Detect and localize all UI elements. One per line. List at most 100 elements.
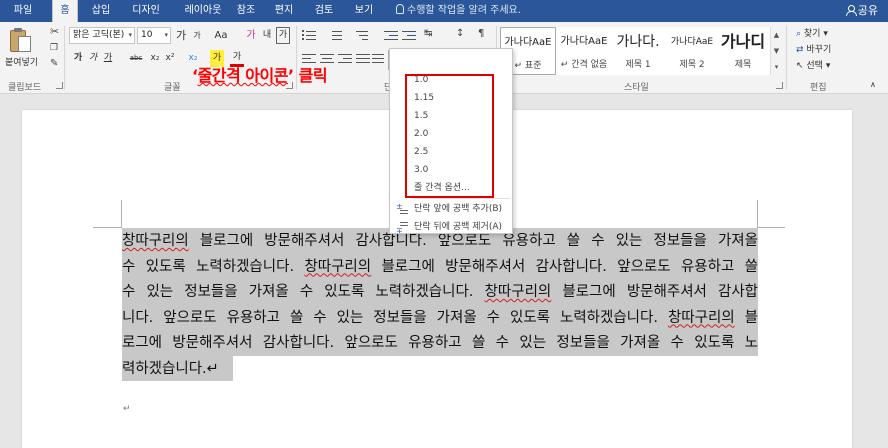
find-button[interactable]: ⌕ 찾기 ▾ [796,26,828,39]
paragraph-line: 니다. 앞으로도 유용하고 쓸 수 있는 정보들을 가져올 수 있도록 노력하겠… [122,304,758,330]
clear-format-button[interactable]: 가 [244,27,258,44]
style-no-spacing[interactable]: 가나다AaE ↵ 간격 없음 [556,27,612,75]
justify-icon[interactable] [356,53,370,64]
paste-label: 붙여넣기 [5,58,39,68]
copy-icon[interactable]: ❐ [50,42,58,54]
cut-icon[interactable]: ✂ [50,26,59,38]
styles-group-label: 스타일 [624,83,649,93]
clipboard-launcher-icon[interactable] [56,82,63,89]
bullets-icon[interactable] [302,30,316,41]
chevron-up-icon[interactable]: ▲ [771,27,782,43]
chevron-down-icon: ▾ [128,31,132,39]
misspelled-word: 창따구리의 [122,233,189,249]
replace-icon: ⇄ [796,45,807,55]
font-size-value: 10 [141,30,153,40]
lightbulb-icon [396,4,404,14]
decrease-indent-icon[interactable] [384,30,398,41]
phonetic-guide-button[interactable]: 내 [260,27,274,44]
select-label: 선택 [806,61,823,71]
space-after-icon: ∓ [396,221,408,235]
person-icon [845,5,857,16]
tab-view[interactable]: 보기 [350,0,378,22]
more-icon[interactable]: ▾ [771,59,782,75]
tab-references[interactable]: 참조 [232,0,260,22]
style-name: 제목 2 [679,60,705,70]
tab-layout[interactable]: 레이아웃 [176,0,230,22]
paragraph-line: 력하겠습니다.↵ [122,355,233,381]
chevron-down-icon[interactable]: ▼ [771,43,782,59]
strikethrough-button[interactable]: abc [126,50,146,67]
font-name-box[interactable]: 맑은 고딕(본) ▾ [69,27,135,44]
annotation-close: ’ 클릭 [287,66,328,85]
text-run: 블로그에 방문해주셔서 감사합 [551,284,759,300]
collapse-ribbon-icon[interactable]: ∧ [870,80,876,89]
paragraph-line: 수 있는 정보들을 가져올 수 있도록 노력하겠습니다. 창따구리의 블로그에 … [122,279,758,305]
sort-icon[interactable]: ↕ [456,28,464,40]
multilevel-list-icon[interactable] [354,30,368,41]
tab-insert[interactable]: 삽입 [86,0,116,22]
change-case-button[interactable]: Aa [210,27,232,44]
paragraph-line: 수 있도록 노력하겠습니다. 창따구리의 블로그에 방문해주셔서 감사합니다. … [122,253,758,279]
tab-file[interactable]: 파일 [6,0,40,22]
style-sample: 가나다. [616,34,660,50]
styles-scroll[interactable]: ▲ ▼ ▾ [770,27,782,75]
font-size-box[interactable]: 10 ▾ [137,27,171,44]
show-marks-icon[interactable]: ¶ [478,28,484,40]
style-sample: 가나다AaE [670,37,714,47]
misspelled-word: 창따구리의 [304,258,372,275]
empty-paragraph-mark: ↵ [123,404,131,414]
text-run: 수 있도록 노력하겠습니다. [122,258,305,275]
increase-indent-icon[interactable] [402,30,416,41]
underline-button[interactable]: 가 [102,50,114,67]
remove-space-after-item[interactable]: 단락 뒤에 공백 제거(A) [414,218,502,236]
misspelled-word: 창따구리의 [667,309,735,326]
tab-review[interactable]: 검토 [310,0,338,22]
text-run: 블로그에 방문해주셔서 감사합니다. 앞으로도 유용하고 쓸 [371,258,758,275]
tell-me-box[interactable]: 수행할 작업을 알려 주세요. [396,0,521,22]
asian-layout-icon[interactable]: ↹ [424,28,432,40]
grow-font-button[interactable]: 가 [174,27,188,44]
selected-paragraph[interactable]: 창따구리의 블로그에 방문해주셔서 감사합니다. 앞으로도 유용하고 쓸 수 있… [122,228,758,382]
replace-button[interactable]: ⇄ 바꾸기 [796,42,831,55]
text-run: 니다. 앞으로도 유용하고 쓸 수 있는 정보들을 가져올 수 있도록 노력하겠… [122,309,668,326]
numbering-icon[interactable] [328,30,342,41]
style-name: 제목 1 [625,60,651,70]
find-label: 찾기 [803,29,821,39]
share-button[interactable]: 공유 [845,0,878,22]
distribute-icon[interactable] [372,53,386,64]
annotation-highlight-box [405,74,494,198]
add-space-before-item[interactable]: 단락 앞에 공백 추가(B) [414,200,502,218]
align-right-icon[interactable] [338,53,352,64]
font-name-value: 맑은 고딕(본) [73,30,125,40]
text-run: 블 [734,309,758,326]
tell-me-text: 수행할 작업을 알려 주세요. [407,5,521,16]
style-heading-1[interactable]: 가나다. 제목 1 [610,27,666,75]
paste-button[interactable] [8,26,32,54]
style-title[interactable]: 가나디 제목 [716,27,770,75]
tab-design[interactable]: 디자인 [126,0,166,22]
chevron-down-icon: ▾ [164,31,168,39]
clipboard-group-label: 클립보드 [8,83,42,93]
style-heading-2[interactable]: 가나다AaE 제목 2 [664,27,720,75]
styles-launcher-icon[interactable] [776,82,783,89]
superscript-button[interactable]: x² [163,50,177,67]
text-run: 력하겠습니다.↵ [122,360,219,377]
style-name: ↵ 간격 없음 [560,60,608,70]
char-border-button[interactable]: 가 [276,27,290,44]
crop-mark [93,227,121,228]
format-painter-icon[interactable]: ✎ [50,58,58,70]
shrink-font-button[interactable]: 가 [190,27,204,44]
text-run: 로그에 방문해주셔서 감사합니다. 앞으로도 유용하고 쓸 수 있는 정보들을 … [122,335,758,351]
italic-button[interactable]: 가 [87,50,99,67]
text-run: 수 있는 정보들을 가져올 수 있도록 노력하겠습니다. [122,284,485,300]
subscript-button[interactable]: x₂ [148,50,162,67]
select-button[interactable]: ↖ 선택 ▾ [796,58,830,71]
space-before-icon: ± [396,203,408,215]
menu-divider [414,198,510,199]
cursor-icon: ↖ [796,61,807,71]
misspelled-word: 창따구리의 [484,284,552,300]
font-group-label: 글꼴 [164,83,181,93]
tab-mailings[interactable]: 편지 [270,0,298,22]
tab-home[interactable]: 홈 [52,0,78,22]
bold-button[interactable]: 가 [72,50,84,67]
